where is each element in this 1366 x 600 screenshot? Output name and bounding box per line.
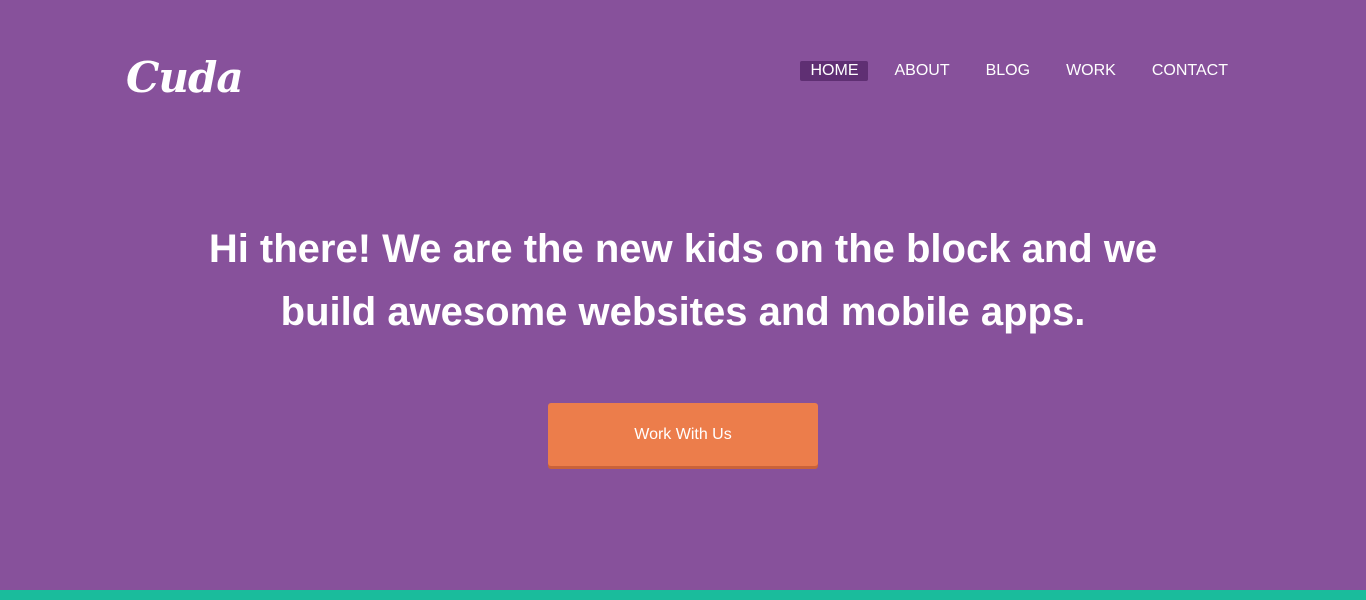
main-nav: HOME ABOUT BLOG WORK CONTACT: [800, 61, 1238, 81]
nav-item-blog[interactable]: BLOG: [976, 61, 1040, 81]
hero-title-line-1: Hi there! We are the new kids on the blo…: [208, 227, 1158, 271]
bottom-accent-strip: [0, 590, 1366, 600]
hero-title: Hi there! We are the new kids on the blo…: [0, 218, 1366, 344]
nav-item-home[interactable]: HOME: [800, 61, 869, 81]
work-with-us-button[interactable]: Work With Us: [548, 403, 818, 466]
hero-title-line-2: build awesome websites and mobile apps.: [280, 290, 1086, 334]
nav-item-about[interactable]: ABOUT: [884, 61, 959, 81]
nav-item-contact[interactable]: CONTACT: [1142, 61, 1238, 81]
page: Cuda HOME ABOUT BLOG WORK CONTACT Hi the…: [0, 0, 1366, 600]
site-logo[interactable]: Cuda: [126, 52, 244, 104]
nav-item-work[interactable]: WORK: [1056, 61, 1126, 81]
